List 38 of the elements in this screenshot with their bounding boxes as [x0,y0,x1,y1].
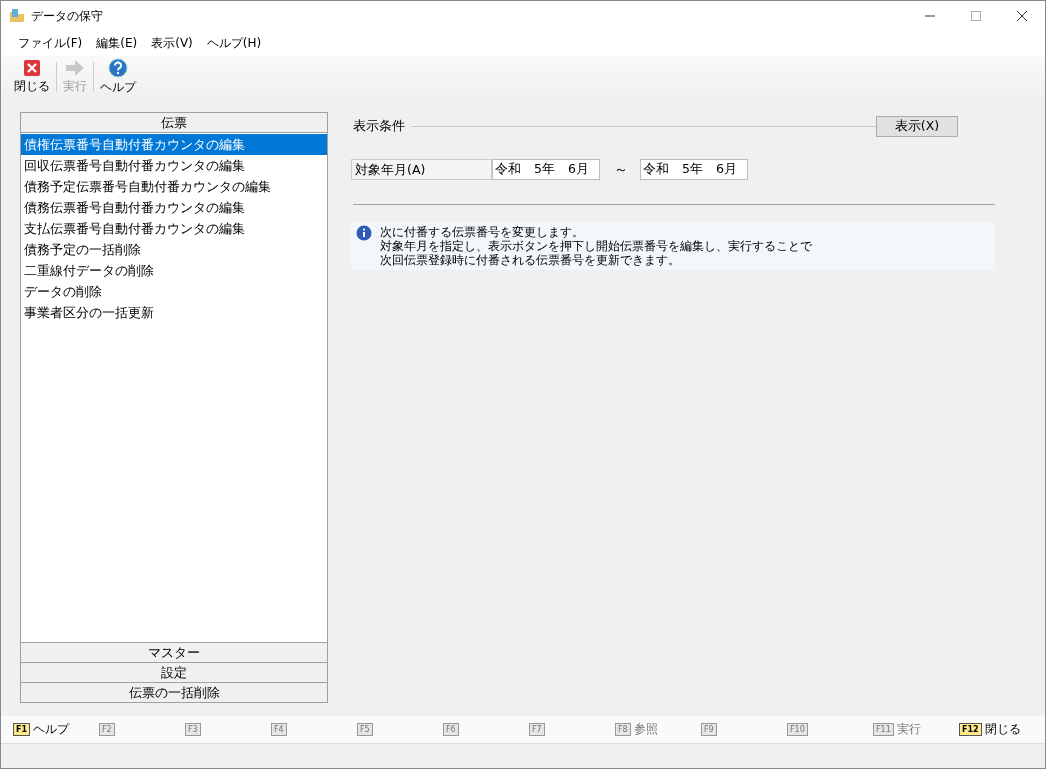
menu-item[interactable]: ファイル(F) [11,35,90,52]
maximize-icon[interactable] [971,11,981,21]
list-item[interactable]: 債権伝票番号自動付番カウンタの編集 [21,134,327,155]
section-header[interactable]: 設定 [20,662,328,683]
list-item[interactable]: データの削除 [21,281,327,302]
list-item[interactable]: 債務伝票番号自動付番カウンタの編集 [21,197,327,218]
to-date-field[interactable]: 令和 5年 6月 [640,159,748,180]
window-title: データの保守 [31,7,103,25]
close-icon[interactable] [1017,11,1027,21]
function-key[interactable]: F1 ヘルプ [13,721,99,738]
section-header[interactable]: 伝票 [20,112,328,133]
list-item[interactable]: 二重線付データの削除 [21,260,327,281]
section-header[interactable]: マスター [20,642,328,663]
info-text: 次に付番する伝票番号を変更します。 [380,225,585,239]
folder-icon [9,8,25,24]
list-item[interactable]: 支払伝票番号自動付番カウンタの編集 [21,218,327,239]
from-date-field[interactable]: 令和 5年 6月 [492,159,600,180]
list-item[interactable]: 事業者区分の一括更新 [21,302,327,323]
arrow-right-icon [65,59,85,77]
toolbar-button[interactable]: 閉じる [11,59,53,95]
field-label: 対象年月(A) [351,159,492,180]
info-text: 対象年月を指定し、表示ボタンを押下し開始伝票番号を編集し、実行することで [380,239,812,253]
info-text: 次回伝票登録時に付番される伝票番号を更新できます。 [380,253,681,267]
close-icon [23,59,41,77]
list-item[interactable]: 債務予定の一括削除 [21,239,327,260]
list-item[interactable]: 債務予定伝票番号自動付番カウンタの編集 [21,176,327,197]
info-icon [356,225,372,241]
menu-item[interactable]: 表示(V) [144,35,200,52]
help-icon [108,58,128,78]
list-item[interactable]: 回収伝票番号自動付番カウンタの編集 [21,155,327,176]
section-header[interactable]: 伝票の一括削除 [20,682,328,703]
function-key[interactable]: F12 閉じる [959,721,1045,738]
toolbar-button[interactable]: ヘルプ [97,58,139,96]
menu-item[interactable]: ヘルプ(H) [199,35,269,52]
group-title: 表示条件 [353,117,405,135]
show-button[interactable]: 表示(X) [876,115,958,137]
menu-item[interactable]: 編集(E) [89,35,145,52]
range-separator: ～ [614,160,628,179]
